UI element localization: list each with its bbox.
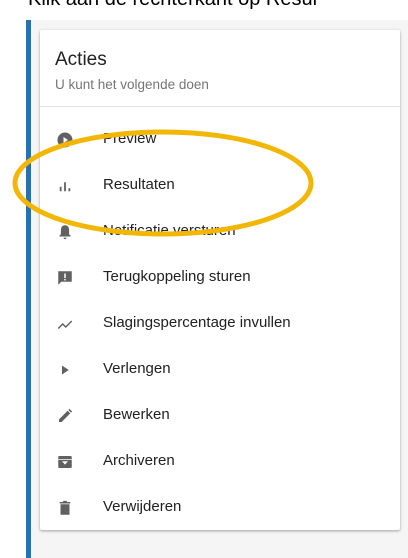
trending-icon — [56, 315, 74, 333]
pencil-icon — [56, 407, 74, 425]
trash-icon — [56, 499, 74, 517]
action-label: Slagingspercentage invullen — [103, 314, 291, 331]
action-bewerken[interactable]: Bewerken — [40, 393, 400, 439]
actions-card: Acties U kunt het volgende doen Preview … — [40, 30, 400, 530]
action-resultaten[interactable]: Resultaten — [40, 163, 400, 209]
action-notificatie-versturen[interactable]: Notificatie versturen — [40, 209, 400, 255]
action-label: Verwijderen — [103, 498, 182, 515]
bar-chart-icon — [56, 177, 74, 195]
action-verlengen[interactable]: Verlengen — [40, 347, 400, 393]
action-label: Archiveren — [103, 452, 175, 469]
action-label: Bewerken — [103, 406, 170, 423]
feedback-icon — [56, 269, 74, 287]
page: Klik aan de rechterkant op Resul Acties … — [0, 0, 408, 558]
bell-icon — [56, 223, 74, 241]
play-circle-icon — [56, 131, 74, 149]
action-slagingspercentage-invullen[interactable]: Slagingspercentage invullen — [40, 301, 400, 347]
action-terugkoppeling-sturen[interactable]: Terugkoppeling sturen — [40, 255, 400, 301]
instruction-text: Klik aan de rechterkant op Resul — [28, 0, 317, 11]
action-label: Notificatie versturen — [103, 222, 236, 239]
action-label: Terugkoppeling sturen — [103, 268, 251, 285]
card-subtitle: U kunt het volgende doen — [55, 77, 209, 92]
action-label: Resultaten — [103, 176, 175, 193]
action-verwijderen[interactable]: Verwijderen — [40, 485, 400, 531]
card-title: Acties — [55, 49, 107, 70]
play-arrow-icon — [56, 361, 74, 379]
action-archiveren[interactable]: Archiveren — [40, 439, 400, 485]
action-label: Verlengen — [103, 360, 171, 377]
action-preview[interactable]: Preview — [40, 117, 400, 163]
action-list: Preview Resultaten Notificatie versturen… — [40, 117, 400, 531]
card-header: Acties U kunt het volgende doen — [40, 30, 400, 107]
archive-icon — [56, 453, 74, 471]
action-label: Preview — [103, 130, 157, 147]
